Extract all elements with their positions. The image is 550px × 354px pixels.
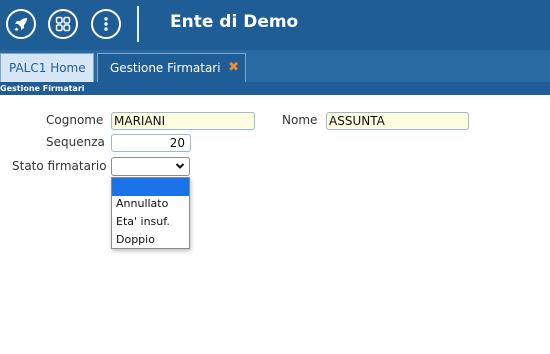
tab-home[interactable]: PALC1 Home xyxy=(0,53,94,82)
section-title: Gestione Firmatari xyxy=(0,84,85,93)
chevron-down-icon xyxy=(175,163,185,169)
nome-label: Nome xyxy=(282,113,318,127)
close-icon[interactable]: ✖ xyxy=(228,54,239,82)
tab-strip: PALC1 Home Gestione Firmatari ✖ xyxy=(0,50,550,82)
option-empty[interactable] xyxy=(112,178,189,196)
app-header: Ente di Demo xyxy=(0,0,550,50)
app-title: Ente di Demo xyxy=(170,12,299,32)
grid-icon xyxy=(55,16,71,32)
rocket-button[interactable] xyxy=(6,9,36,39)
grid-button[interactable] xyxy=(48,9,78,39)
option-doppio[interactable]: Doppio xyxy=(112,231,189,249)
more-button[interactable] xyxy=(91,9,121,39)
sequenza-label: Sequenza xyxy=(46,135,105,149)
rocket-icon xyxy=(14,18,27,31)
option-annullato[interactable]: Annullato xyxy=(112,195,189,213)
nome-field[interactable]: ASSUNTA xyxy=(326,112,469,130)
cognome-label: Cognome xyxy=(46,113,104,127)
sequenza-field[interactable]: 20 xyxy=(111,134,191,152)
tab-gestione-firmatari[interactable]: Gestione Firmatari ✖ xyxy=(97,53,246,82)
header-divider xyxy=(137,6,139,42)
stato-firmatario-select[interactable] xyxy=(111,157,190,176)
more-vertical-icon xyxy=(104,17,108,31)
option-eta-insuf[interactable]: Eta' insuf. xyxy=(112,213,189,231)
cognome-field[interactable]: MARIANI xyxy=(111,112,255,130)
tab-label: Gestione Firmatari xyxy=(110,61,221,75)
stato-firmatario-options: Annullato Eta' insuf. Doppio xyxy=(111,177,190,249)
section-header: Gestione Firmatari xyxy=(0,82,550,95)
stato-firmatario-label: Stato firmatario xyxy=(12,159,107,173)
tab-label: PALC1 Home xyxy=(9,61,86,75)
